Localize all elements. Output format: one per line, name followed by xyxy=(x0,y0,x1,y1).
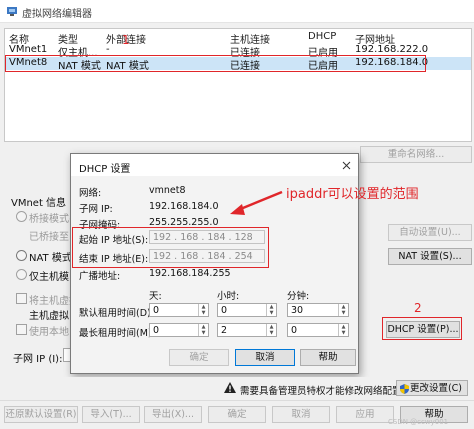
spinner-icon[interactable]: ▲ ▼ xyxy=(266,324,276,336)
bridge-to-label: 已桥接至 xyxy=(29,232,69,243)
nat-settings-button[interactable]: NAT 设置(S)... xyxy=(388,248,472,265)
host-adapter-name-label: 主机虚拟 xyxy=(29,311,69,322)
rename-network-button[interactable]: 重命名网络... xyxy=(360,146,472,163)
broadcast-value: 192.168.184.255 xyxy=(149,268,231,279)
max-lease-minutes-value: 0 xyxy=(291,325,298,336)
cancel-button[interactable]: 取消 xyxy=(272,406,330,423)
annotation-arrow-icon xyxy=(230,190,283,215)
annotation-box-dhcp-settings xyxy=(382,317,462,340)
spinner-icon[interactable]: ▲ ▼ xyxy=(198,324,208,336)
default-lease-days-value: 0 xyxy=(153,305,160,316)
default-lease-label: 默认租用时间(D): xyxy=(79,308,154,319)
dialog-title: DHCP 设置 xyxy=(79,164,131,175)
host-only-radio[interactable] xyxy=(16,269,27,280)
subnet-ip-label: 子网 IP (I): xyxy=(13,354,63,365)
auto-settings-button[interactable]: 自动设置(U)... xyxy=(388,224,472,241)
connect-host-adapter-checkbox[interactable] xyxy=(16,293,27,304)
watermark: CSDN @ccwy001 xyxy=(388,418,449,426)
network-label: 网络: xyxy=(79,188,102,199)
spinner-icon[interactable]: ▲ ▼ xyxy=(266,304,276,316)
cell-subnet: 192.168.222.0 xyxy=(355,44,429,55)
change-settings-button[interactable]: 更改设置(C) xyxy=(396,380,468,396)
max-lease-hours-value: 2 xyxy=(221,325,228,336)
max-lease-days-input[interactable]: 0 ▲ ▼ xyxy=(149,323,209,337)
nat-mode-label: NAT 模式( xyxy=(29,253,76,264)
spinner-icon[interactable]: ▲ ▼ xyxy=(338,304,348,316)
days-header: 天: xyxy=(149,291,162,302)
annotation-label-1: 1 xyxy=(122,33,130,47)
column-header-dhcp[interactable]: DHCP xyxy=(308,31,336,42)
annotation-label-2: 2 xyxy=(414,301,422,315)
ok-button[interactable]: 确定 xyxy=(208,406,266,423)
apply-button[interactable]: 应用 xyxy=(336,406,394,423)
bottom-bar: 还原默认设置(R) 导入(T)... 导出(X)... 确定 取消 应用 帮助 … xyxy=(0,400,474,429)
nat-mode-radio[interactable] xyxy=(16,250,27,261)
network-editor-icon xyxy=(7,7,17,16)
network-list[interactable]: 名称 类型 外部连接 主机连接 DHCP 子网地址 VMnet1 仅主机... … xyxy=(4,28,472,142)
default-lease-hours-input[interactable]: 0 ▲ ▼ xyxy=(217,303,277,317)
subnet-ip-label: 子网 IP: xyxy=(79,204,113,215)
annotation-box-ip-range xyxy=(72,227,269,268)
subnet-ip-value: 192.168.184.0 xyxy=(149,201,219,212)
minutes-header: 分钟: xyxy=(287,291,310,302)
spinner-icon[interactable]: ▲ ▼ xyxy=(338,324,348,336)
export-button[interactable]: 导出(X)... xyxy=(144,406,202,423)
default-lease-days-input[interactable]: 0 ▲ ▼ xyxy=(149,303,209,317)
network-value: vmnet8 xyxy=(149,185,186,196)
hours-header: 小时: xyxy=(217,291,240,302)
cell-name: VMnet1 xyxy=(9,44,48,55)
annotation-box-vmnet8 xyxy=(5,55,426,72)
change-settings-label: 更改设置(C) xyxy=(409,383,463,394)
max-lease-hours-input[interactable]: 2 ▲ ▼ xyxy=(217,323,277,337)
max-lease-minutes-input[interactable]: 0 ▲ ▼ xyxy=(287,323,349,337)
max-lease-label: 最长租用时间(M): xyxy=(79,328,155,339)
title-bar: 虚拟网络编辑器 xyxy=(0,0,474,23)
help-button[interactable]: 帮助 xyxy=(300,349,356,366)
restore-defaults-button[interactable]: 还原默认设置(R) xyxy=(4,406,78,423)
default-lease-hours-value: 0 xyxy=(221,305,228,316)
annotation-ipaddr-note: ipaddr可以设置的范围 xyxy=(286,187,419,202)
default-lease-minutes-input[interactable]: 30 ▲ ▼ xyxy=(287,303,349,317)
close-icon[interactable] xyxy=(342,161,351,170)
admin-privilege-message: 需要具备管理员特权才能修改网络配置。 xyxy=(240,386,412,397)
broadcast-label: 广播地址: xyxy=(79,271,121,282)
use-local-dhcp-checkbox[interactable] xyxy=(16,324,27,335)
import-button[interactable]: 导入(T)... xyxy=(82,406,140,423)
max-lease-days-value: 0 xyxy=(153,325,160,336)
status-bar: 需要具备管理员特权才能修改网络配置。 更改设置(C) xyxy=(0,377,474,399)
warning-icon xyxy=(224,382,236,393)
ok-button[interactable]: 确定 xyxy=(169,349,229,366)
spinner-icon[interactable]: ▲ ▼ xyxy=(198,304,208,316)
bridge-mode-label: 桥接模式( xyxy=(29,214,73,225)
dialog-title-bar: DHCP 设置 xyxy=(71,154,358,176)
window-title: 虚拟网络编辑器 xyxy=(22,9,92,20)
default-lease-minutes-value: 30 xyxy=(291,305,304,316)
bridge-mode-radio[interactable] xyxy=(16,211,27,222)
cancel-button[interactable]: 取消 xyxy=(235,349,295,366)
shield-icon xyxy=(400,384,409,394)
vmnet-info-heading: VMnet 信息 xyxy=(11,198,67,209)
use-local-dhcp-label: 使用本地 xyxy=(29,327,69,338)
cell-external: - xyxy=(106,44,110,55)
host-only-label: 仅主机模 xyxy=(29,272,69,283)
